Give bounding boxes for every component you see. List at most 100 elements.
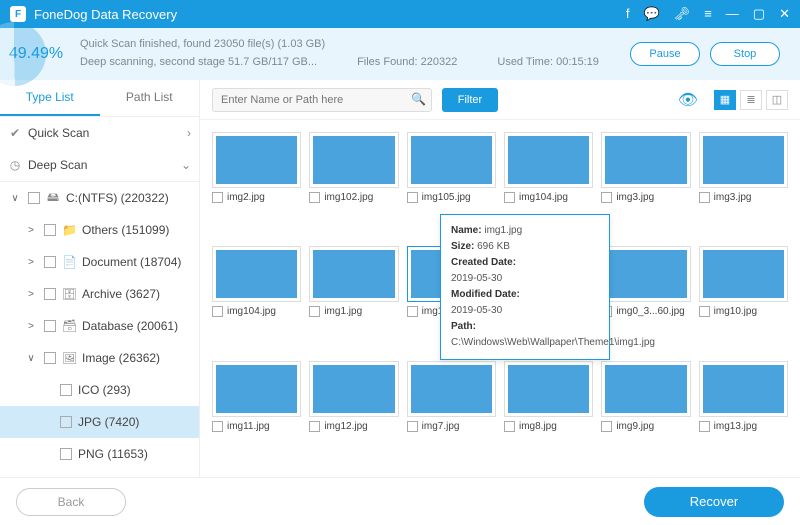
- thumbnail-image[interactable]: [699, 132, 788, 188]
- thumbnail[interactable]: img2.jpg: [212, 132, 301, 236]
- thumbnail-image[interactable]: [601, 361, 690, 417]
- thumbnail-image[interactable]: [309, 361, 398, 417]
- expander-icon[interactable]: >: [24, 289, 38, 300]
- view-list-icon[interactable]: ≣: [740, 90, 762, 110]
- checkbox[interactable]: [44, 352, 56, 364]
- view-detail-icon[interactable]: ◫: [766, 90, 788, 110]
- thumbnail-image[interactable]: [601, 132, 690, 188]
- checkbox[interactable]: [60, 416, 72, 428]
- tree-row[interactable]: >📄Document (18704): [0, 246, 199, 278]
- thumbnail[interactable]: img1.jpg: [309, 246, 398, 350]
- stop-button[interactable]: Stop: [710, 42, 780, 66]
- thumbnail[interactable]: img9.jpg: [601, 361, 690, 465]
- thumbnail-image[interactable]: [212, 132, 301, 188]
- tree-row[interactable]: ∨🖴C:(NTFS) (220322): [0, 182, 199, 214]
- tree-label: Others (151099): [82, 223, 191, 237]
- filter-button[interactable]: Filter: [442, 88, 498, 112]
- thumbnail-image[interactable]: [309, 132, 398, 188]
- thumbnail-checkbox[interactable]: [407, 421, 418, 432]
- thumbnail-checkbox[interactable]: [601, 192, 612, 203]
- thumbnail[interactable]: img3.jpg: [699, 132, 788, 236]
- thumbnail-checkbox[interactable]: [699, 306, 710, 317]
- thumbnail[interactable]: img3.jpg: [601, 132, 690, 236]
- thumbnail-name: img2.jpg: [227, 192, 265, 203]
- thumbnail-image[interactable]: [407, 361, 496, 417]
- thumbnail[interactable]: img0_3...60.jpg: [601, 246, 690, 350]
- thumbnail[interactable]: img13.jpg: [699, 361, 788, 465]
- tree-row[interactable]: JPG (7420): [0, 406, 199, 438]
- checkbox[interactable]: [60, 448, 72, 460]
- thumbnail-image[interactable]: [699, 361, 788, 417]
- checkbox[interactable]: [60, 384, 72, 396]
- tab-path-list[interactable]: Path List: [100, 80, 200, 116]
- checkbox[interactable]: [44, 256, 56, 268]
- thumbnail[interactable]: img8.jpg: [504, 361, 593, 465]
- pause-button[interactable]: Pause: [630, 42, 700, 66]
- expander-icon[interactable]: >: [24, 225, 38, 236]
- checkbox[interactable]: [44, 288, 56, 300]
- expander-icon[interactable]: ∨: [24, 353, 38, 364]
- thumbnail-checkbox[interactable]: [504, 421, 515, 432]
- recover-button[interactable]: Recover: [644, 487, 784, 517]
- minimize-icon[interactable]: —: [726, 6, 739, 22]
- expander-icon[interactable]: ∨: [8, 193, 22, 204]
- thumbnail-checkbox[interactable]: [699, 192, 710, 203]
- thumbnail-checkbox[interactable]: [212, 192, 223, 203]
- menu-icon[interactable]: ≡: [704, 6, 712, 22]
- thumbnail-image[interactable]: [309, 246, 398, 302]
- checkbox[interactable]: [28, 192, 40, 204]
- search-box: 🔍: [212, 88, 432, 112]
- tree-row[interactable]: >🗄Archive (3627): [0, 278, 199, 310]
- thumbnail-checkbox[interactable]: [309, 306, 320, 317]
- thumbnail-checkbox[interactable]: [309, 192, 320, 203]
- tree-label: Archive (3627): [82, 287, 191, 301]
- thumbnail-checkbox[interactable]: [504, 192, 515, 203]
- thumbnail[interactable]: img102.jpg: [309, 132, 398, 236]
- expander-icon[interactable]: >: [24, 257, 38, 268]
- search-input[interactable]: [212, 88, 432, 112]
- thumbnail-name: img105.jpg: [422, 192, 471, 203]
- search-icon[interactable]: 🔍: [411, 92, 426, 106]
- main-pane: 🔍 Filter 👁 ▦ ≣ ◫ img2.jpgimg102.jpgimg10…: [200, 80, 800, 477]
- thumbnail-checkbox[interactable]: [212, 306, 223, 317]
- checkbox[interactable]: [44, 320, 56, 332]
- facebook-icon[interactable]: f: [626, 6, 630, 22]
- back-button[interactable]: Back: [16, 488, 126, 516]
- view-grid-icon[interactable]: ▦: [714, 90, 736, 110]
- tree-label: Document (18704): [82, 255, 191, 269]
- tree-row[interactable]: ∨🖼Image (26362): [0, 342, 199, 374]
- preview-icon[interactable]: 👁: [678, 90, 698, 110]
- thumbnail[interactable]: img7.jpg: [407, 361, 496, 465]
- tree-row[interactable]: >📁Others (151099): [0, 214, 199, 246]
- thumbnail-image[interactable]: [407, 132, 496, 188]
- thumbnail-image[interactable]: [601, 246, 690, 302]
- thumbnail-checkbox[interactable]: [601, 421, 612, 432]
- thumbnail-image[interactable]: [504, 132, 593, 188]
- thumbnail-image[interactable]: [699, 246, 788, 302]
- feedback-icon[interactable]: 💬: [644, 6, 660, 22]
- thumbnail-image[interactable]: [504, 361, 593, 417]
- thumbnail-checkbox[interactable]: [212, 421, 223, 432]
- thumbnail[interactable]: img10.jpg: [699, 246, 788, 350]
- tree-row[interactable]: ICO (293): [0, 374, 199, 406]
- thumbnail-checkbox[interactable]: [309, 421, 320, 432]
- thumbnail-image[interactable]: [212, 246, 301, 302]
- close-icon[interactable]: ✕: [779, 6, 790, 22]
- thumbnail-name: img13.jpg: [714, 421, 757, 432]
- deep-scan-group[interactable]: ◷ Deep Scan ⌄: [0, 149, 199, 181]
- thumbnail-name: img104.jpg: [519, 192, 568, 203]
- thumbnail-checkbox[interactable]: [407, 192, 418, 203]
- thumbnail[interactable]: img104.jpg: [212, 246, 301, 350]
- tree-row[interactable]: PNG (11653): [0, 438, 199, 470]
- maximize-icon[interactable]: ▢: [753, 6, 765, 22]
- register-icon[interactable]: 🗝: [674, 6, 691, 22]
- quick-scan-group[interactable]: ✔ Quick Scan ›: [0, 117, 199, 149]
- expander-icon[interactable]: >: [24, 321, 38, 332]
- thumbnail[interactable]: img12.jpg: [309, 361, 398, 465]
- thumbnail[interactable]: img11.jpg: [212, 361, 301, 465]
- thumbnail-image[interactable]: [212, 361, 301, 417]
- checkbox[interactable]: [44, 224, 56, 236]
- thumbnail-checkbox[interactable]: [407, 306, 418, 317]
- thumbnail-checkbox[interactable]: [699, 421, 710, 432]
- tree-row[interactable]: >🗃Database (20061): [0, 310, 199, 342]
